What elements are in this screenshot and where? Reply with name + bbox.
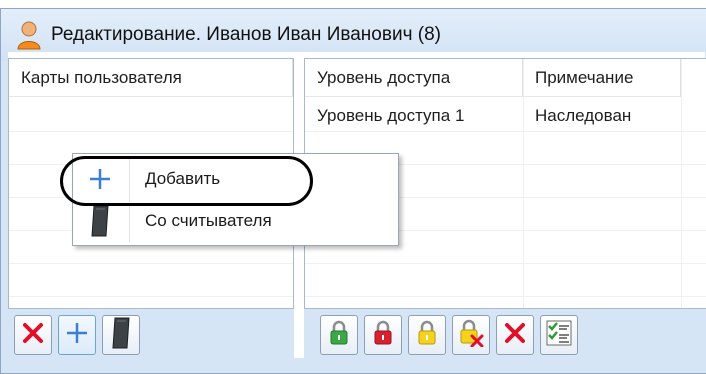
highlight-annotation (60, 156, 313, 206)
grid-line (9, 263, 293, 264)
add-card-button[interactable] (58, 315, 96, 355)
column-header-note[interactable]: Примечание (523, 59, 681, 97)
column-divider (681, 59, 682, 308)
access-deny-button[interactable] (364, 315, 402, 355)
card-reader-icon (73, 201, 127, 241)
menu-item-label: Со считывателя (145, 211, 272, 230)
plus-icon (64, 320, 90, 351)
lock-yellow-icon (417, 320, 437, 351)
lock-green-icon (329, 320, 349, 351)
grid-line (9, 296, 293, 297)
top-strip (0, 0, 706, 8)
column-divider (523, 59, 524, 308)
menu-item-from-reader[interactable]: Со считывателя (73, 201, 398, 241)
delete-icon (21, 321, 45, 350)
delete-access-button[interactable] (496, 315, 534, 355)
card-from-reader-button[interactable] (102, 315, 140, 355)
delete-card-button[interactable] (14, 315, 52, 355)
grid-line (9, 131, 293, 132)
window-title: Редактирование. Иванов Иван Иванович (8) (51, 24, 441, 45)
access-toolbar (304, 309, 706, 358)
delete-icon (503, 321, 527, 350)
cards-toolbar (8, 309, 294, 358)
access-partial-button[interactable] (408, 315, 446, 355)
column-header-cards[interactable]: Карты пользователя (9, 59, 293, 97)
card-reader-icon (110, 316, 132, 355)
select-access-levels-button[interactable] (540, 315, 578, 355)
lock-remove-icon (457, 319, 485, 352)
grid-line (305, 131, 706, 132)
checklist-icon (545, 319, 573, 352)
grid-line (305, 263, 706, 264)
access-level-cell[interactable]: Уровень доступа 1 (305, 99, 523, 132)
lock-red-icon (373, 320, 393, 351)
access-remove-button[interactable] (452, 315, 490, 355)
access-allow-button[interactable] (320, 315, 358, 355)
column-header-access-level[interactable]: Уровень доступа (305, 59, 523, 97)
note-cell[interactable]: Наследован (523, 99, 681, 132)
grid-line (305, 296, 706, 297)
